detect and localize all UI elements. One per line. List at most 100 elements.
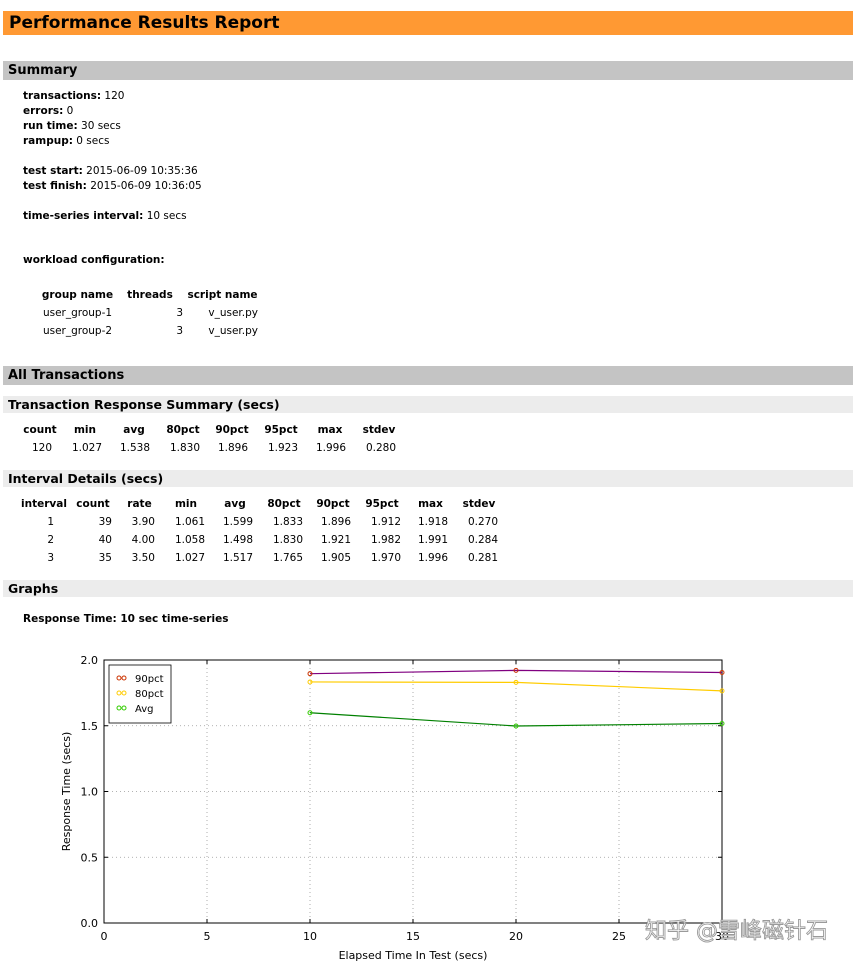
table-row: 3 35 3.50 1.027 1.517 1.765 1.905 1.970 1.996 0.2… [20, 549, 504, 567]
interval-value: 10 secs [146, 210, 187, 222]
col-header: rate [127, 498, 152, 510]
response-time-chart: 0 5 10 15 20 25 30 0.0 0.5 1.0 1.5 2.0 Elapsed Time … [0, 640, 853, 964]
table-cell: 3.50 [131, 552, 155, 564]
table-cell: 0.284 [467, 534, 498, 546]
table-cell: 1.982 [370, 534, 401, 546]
table-row: 120 1.027 1.538 1.830 1.896 1.923 1.996 … [20, 439, 404, 457]
table-cell: 1.918 [417, 516, 448, 528]
table-cell: 1.830 [272, 534, 303, 546]
workload-col-script: script name [187, 289, 258, 301]
table-cell: 1.896 [217, 442, 248, 454]
table-cell: 1.830 [169, 442, 200, 454]
graphs-heading: Graphs [8, 581, 59, 596]
col-header: 80pct [166, 424, 200, 436]
table-cell: 35 [98, 552, 112, 564]
workload-table: group name threads script name user_grou… [40, 286, 260, 340]
test-finish-value: 2015-06-09 10:36:05 [90, 180, 202, 192]
y-tick-label: 1.0 [81, 786, 99, 799]
interval-details-table: interval count rate min avg 80pct 90pct … [20, 495, 504, 567]
interval-line: time-series interval: 10 secs [23, 209, 187, 224]
table-cell: 1.765 [272, 552, 303, 564]
col-header: 90pct [215, 424, 249, 436]
response-summary-header-row: count min avg 80pct 90pct 95pct max stde… [20, 421, 404, 439]
report-title-bar: Performance Results Report [3, 11, 853, 35]
interval-details-header: Interval Details (secs) [3, 470, 853, 487]
x-tick-label: 5 [204, 930, 211, 943]
table-cell: user_group-2 [42, 325, 113, 337]
col-header: count [23, 424, 57, 436]
workload-col-group: group name [41, 289, 114, 301]
run-time-line: run time: 30 secs [23, 119, 121, 134]
table-cell: 3 [47, 552, 54, 564]
table-cell: 0.270 [467, 516, 498, 528]
table-cell: 1.027 [174, 552, 205, 564]
all-transactions-heading: All Transactions [8, 368, 125, 383]
table-cell: 1.599 [222, 516, 253, 528]
response-time-chart-svg: 0 5 10 15 20 25 300.00.51.01.52.0Elapsed Time … [60, 654, 828, 962]
table-cell: 1.923 [267, 442, 298, 454]
y-axis-label: Response Time (secs) [60, 732, 73, 852]
table-cell: 0.281 [467, 552, 498, 564]
errors-value: 0 [66, 105, 74, 117]
table-cell: 4.00 [131, 534, 155, 546]
table-cell: 40 [98, 534, 112, 546]
interval-details-header-row: interval count rate min avg 80pct 90pct … [20, 495, 504, 513]
col-header: max [317, 424, 343, 436]
table-cell: 3.90 [131, 516, 155, 528]
table-cell: 1.027 [71, 442, 102, 454]
errors-label: errors: [23, 105, 64, 117]
table-cell: user_group-1 [42, 307, 113, 319]
transactions-value: 120 [104, 90, 125, 102]
interval-details-heading: Interval Details (secs) [8, 471, 164, 486]
response-summary-table: count min avg 80pct 90pct 95pct max stde… [20, 421, 404, 457]
legend-label: Avg [135, 704, 154, 715]
test-start-line: test start: 2015-06-09 10:35:36 [23, 164, 198, 179]
x-tick-label: 20 [509, 930, 523, 943]
table-cell: 1.058 [174, 534, 205, 546]
watermark-text: 知乎 @雪峰磁针石 [645, 919, 828, 944]
table-row: 2 40 4.00 1.058 1.498 1.830 1.921 1.982 1.991 0.2… [20, 531, 504, 549]
col-header: min [174, 498, 197, 510]
test-start-value: 2015-06-09 10:35:36 [86, 165, 198, 177]
test-start-label: test start: [23, 165, 83, 177]
col-header: 95pct [264, 424, 298, 436]
table-cell: 1.996 [315, 442, 346, 454]
x-tick-label: 25 [612, 930, 626, 943]
legend-label: 80pct [135, 689, 164, 700]
col-header: 80pct [267, 498, 301, 510]
table-cell: 1.970 [370, 552, 401, 564]
y-tick-label: 0.5 [81, 851, 99, 864]
table-cell: v_user.py [208, 325, 258, 337]
col-header: stdev [362, 424, 396, 436]
transactions-line: transactions: 120 [23, 89, 124, 104]
rampup-value: 0 secs [76, 135, 110, 147]
summary-heading: Summary [8, 63, 78, 78]
table-cell: 1.996 [417, 552, 448, 564]
table-cell: v_user.py [208, 307, 258, 319]
test-finish-line: test finish: 2015-06-09 10:36:05 [23, 179, 202, 194]
table-cell: 1.921 [320, 534, 351, 546]
x-tick-label: 0 [101, 930, 108, 943]
interval-details-body: 1 39 3.90 1.061 1.599 1.833 1.896 1.912 1.918 0.2… [20, 513, 504, 567]
series-line [309, 681, 723, 692]
errors-line: errors: 0 [23, 104, 73, 119]
y-tick-label: 2.0 [81, 654, 99, 667]
table-row: 1 39 3.90 1.061 1.599 1.833 1.896 1.912 1.918 0.2… [20, 513, 504, 531]
table-row: user_group-2 3 v_user.py [40, 322, 260, 340]
table-cell: 2 [47, 534, 54, 546]
col-header: avg [123, 424, 145, 436]
workload-config-label: workload configuration: [23, 254, 165, 266]
legend-label: 90pct [135, 674, 164, 685]
response-summary-heading: Transaction Response Summary (secs) [8, 397, 280, 412]
run-time-label: run time: [23, 120, 78, 132]
col-header: 95pct [365, 498, 399, 510]
test-finish-label: test finish: [23, 180, 87, 192]
report-title: Performance Results Report [9, 13, 280, 33]
col-header: interval [21, 498, 67, 510]
col-header: stdev [462, 498, 496, 510]
table-cell: 1.905 [320, 552, 351, 564]
table-cell: 39 [98, 516, 112, 528]
table-cell: 3 [176, 325, 183, 337]
all-transactions-section-header: All Transactions [3, 366, 853, 385]
rampup-label: rampup: [23, 135, 73, 147]
